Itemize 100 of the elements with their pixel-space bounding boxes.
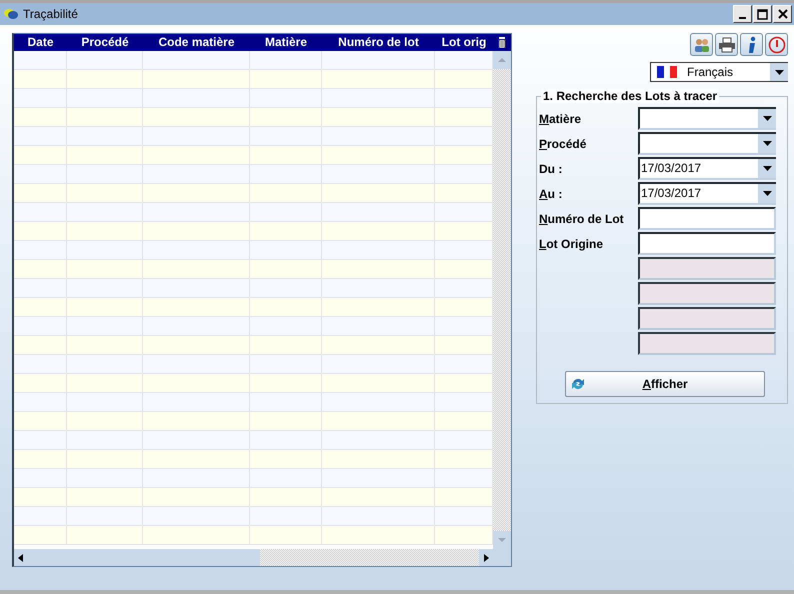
table-cell (14, 222, 67, 241)
table-cell (250, 412, 322, 431)
minimize-button[interactable] (733, 5, 752, 23)
table-cell (250, 203, 322, 222)
table-cell (435, 260, 493, 279)
table-cell (14, 374, 67, 393)
column-header[interactable]: Matière (250, 34, 322, 51)
table-cell (435, 507, 493, 526)
table-cell (14, 336, 67, 355)
field-label: Du : (539, 162, 564, 176)
minimize-icon (739, 16, 746, 18)
table-cell (250, 450, 322, 469)
table-cell (435, 431, 493, 450)
table-cell (250, 374, 322, 393)
table-cell (435, 241, 493, 260)
table-cell (435, 108, 493, 127)
table-cell (250, 222, 322, 241)
field-label: Lot Origine (539, 236, 604, 250)
table-cell (250, 165, 322, 184)
close-icon (778, 9, 788, 19)
table-cell (250, 184, 322, 203)
table-cell (250, 355, 322, 374)
app-icon (3, 8, 19, 20)
print-button[interactable] (715, 33, 738, 56)
table-cell (435, 317, 493, 336)
caret-icon (762, 116, 772, 121)
dropdown-field[interactable] (638, 132, 776, 155)
table-cell (250, 317, 322, 336)
table-cell (250, 393, 322, 412)
column-header[interactable]: Date (14, 34, 67, 51)
table-cell (435, 488, 493, 507)
table-cell (435, 127, 493, 146)
vertical-scrollbar[interactable] (493, 34, 511, 549)
table-cell (250, 89, 322, 108)
table-cell (250, 70, 322, 89)
refresh-icon (570, 376, 586, 392)
table-cell (14, 260, 67, 279)
table-cell (435, 355, 493, 374)
table-cell (435, 279, 493, 298)
table-cell (14, 412, 67, 431)
power-button[interactable] (765, 33, 788, 56)
table-cell (435, 222, 493, 241)
table-cell (14, 488, 67, 507)
table-cell (250, 298, 322, 317)
table-cell (14, 450, 67, 469)
field-label: Au : (539, 186, 564, 200)
dropdown-field[interactable] (638, 107, 776, 130)
table-cell (250, 526, 322, 545)
field-label: Procédé (539, 136, 588, 150)
table-cell (14, 108, 67, 127)
column-header[interactable]: Numéro de lot (322, 34, 435, 51)
table-cell (435, 165, 493, 184)
table-cell (435, 89, 493, 108)
users-button[interactable] (690, 33, 713, 56)
table-cell (14, 526, 67, 545)
horizontal-scrollbar[interactable] (14, 549, 511, 566)
table-cell (250, 488, 322, 507)
caret-icon (762, 141, 772, 146)
dropdown-field[interactable]: 17/03/2017 (638, 157, 776, 180)
table-cell (435, 184, 493, 203)
table-cell (250, 51, 322, 70)
table-cell (250, 336, 322, 355)
table-cell (435, 412, 493, 431)
table-cell (435, 450, 493, 469)
power-icon (768, 36, 786, 54)
table-cell (435, 374, 493, 393)
caret-icon (762, 191, 772, 196)
maximize-button[interactable] (753, 5, 772, 23)
input-field[interactable] (638, 232, 776, 255)
table-cell (435, 298, 493, 317)
table-cell (14, 184, 67, 203)
column-chooser-icon[interactable] (498, 37, 506, 48)
table-cell (250, 241, 322, 260)
table-cell (250, 507, 322, 526)
table-cell (250, 127, 322, 146)
column-header[interactable]: Lot orig (435, 34, 493, 51)
info-button[interactable] (740, 33, 763, 56)
table-cell (250, 146, 322, 165)
language-dropdown[interactable]: Français (650, 62, 788, 82)
window-title: Traçabilité (23, 7, 79, 21)
column-header[interactable]: Procédé (67, 34, 143, 51)
table-cell (250, 260, 322, 279)
table-cell (14, 70, 67, 89)
group-title: 1. Recherche des Lots à tracer (541, 89, 720, 103)
table-cell (250, 279, 322, 298)
table-cell (435, 469, 493, 488)
table-cell (435, 51, 493, 70)
table-cell (435, 70, 493, 89)
dropdown-field[interactable]: 17/03/2017 (638, 182, 776, 205)
show-button[interactable]: Afficher (565, 371, 765, 397)
flag-icon (657, 66, 677, 78)
table-cell (14, 146, 67, 165)
maximize-icon (757, 8, 768, 20)
field-label: Matière (539, 112, 582, 126)
column-header[interactable]: Code matière (143, 34, 250, 51)
table-cell (435, 526, 493, 545)
table-cell (435, 393, 493, 412)
input-field[interactable] (638, 207, 776, 230)
close-button[interactable] (773, 5, 792, 23)
caret-icon (774, 70, 784, 74)
